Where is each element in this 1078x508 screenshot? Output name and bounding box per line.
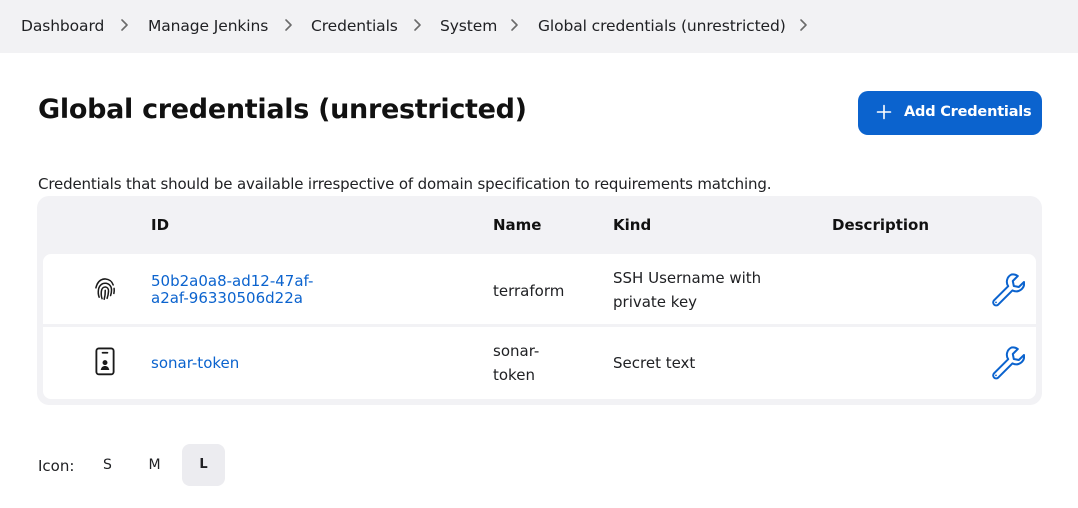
chevron-right-icon — [285, 19, 292, 31]
credential-id-text: 50b2a0a8-ad12-47af- — [151, 272, 314, 290]
wrench-icon[interactable] — [987, 342, 1025, 380]
add-credentials-label: Add Credentials — [904, 104, 1032, 120]
chevron-right-icon — [511, 19, 518, 31]
column-header-name[interactable]: Name — [493, 216, 541, 234]
add-credentials-button[interactable]: Add Credentials — [858, 91, 1042, 135]
credential-name: terraform — [493, 282, 565, 300]
fingerprint-icon — [95, 278, 115, 301]
credential-id-text: a2af-96330506d22a — [151, 289, 303, 307]
credential-kind: SSH Username with private key — [613, 266, 761, 314]
id-badge-icon — [95, 347, 115, 376]
column-header-description[interactable]: Description — [832, 216, 929, 234]
breadcrumb-item-system[interactable]: System — [440, 17, 497, 35]
chevron-right-icon — [121, 19, 128, 31]
breadcrumb: Dashboard Manage Jenkins Credentials Sys… — [0, 0, 1078, 53]
column-header-id[interactable]: ID — [151, 216, 169, 234]
breadcrumb-item-credentials[interactable]: Credentials — [311, 17, 398, 35]
credential-id-link[interactable]: 50b2a0a8-ad12-47af- a2af-96330506d22a — [151, 273, 313, 307]
credential-name-text: sonar- — [493, 342, 540, 360]
breadcrumb-item-manage-jenkins[interactable]: Manage Jenkins — [148, 17, 268, 35]
plus-icon — [876, 104, 892, 120]
wrench-icon[interactable] — [987, 269, 1025, 307]
page-description: Credentials that should be available irr… — [38, 175, 772, 193]
breadcrumb-item-global-credentials[interactable]: Global credentials (unrestricted) — [538, 17, 786, 35]
icon-size-large-button[interactable]: L — [182, 444, 225, 486]
table-row: sonar-token sonar- token Secret text — [43, 327, 1036, 399]
table-row: 50b2a0a8-ad12-47af- a2af-96330506d22a te… — [43, 254, 1036, 324]
credentials-table: ID Name Kind Description 50b2a0a8-ad12-4… — [37, 196, 1042, 405]
chevron-right-icon — [414, 19, 421, 31]
credential-id-link[interactable]: sonar-token — [151, 351, 239, 375]
breadcrumb-item-dashboard[interactable]: Dashboard — [21, 17, 104, 35]
credential-name: sonar- token — [493, 339, 539, 387]
page-title: Global credentials (unrestricted) — [38, 94, 527, 125]
credential-name-text: token — [493, 366, 535, 384]
icon-size-label: Icon: — [38, 457, 75, 475]
chevron-right-icon[interactable] — [797, 14, 811, 36]
icon-size-medium-button[interactable]: M — [133, 444, 176, 486]
credential-kind: Secret text — [613, 354, 696, 372]
icon-size-small-button[interactable]: S — [86, 444, 129, 486]
credential-kind-text: private key — [613, 293, 698, 311]
credential-kind-text: SSH Username with — [613, 269, 762, 287]
column-header-kind[interactable]: Kind — [613, 216, 651, 234]
